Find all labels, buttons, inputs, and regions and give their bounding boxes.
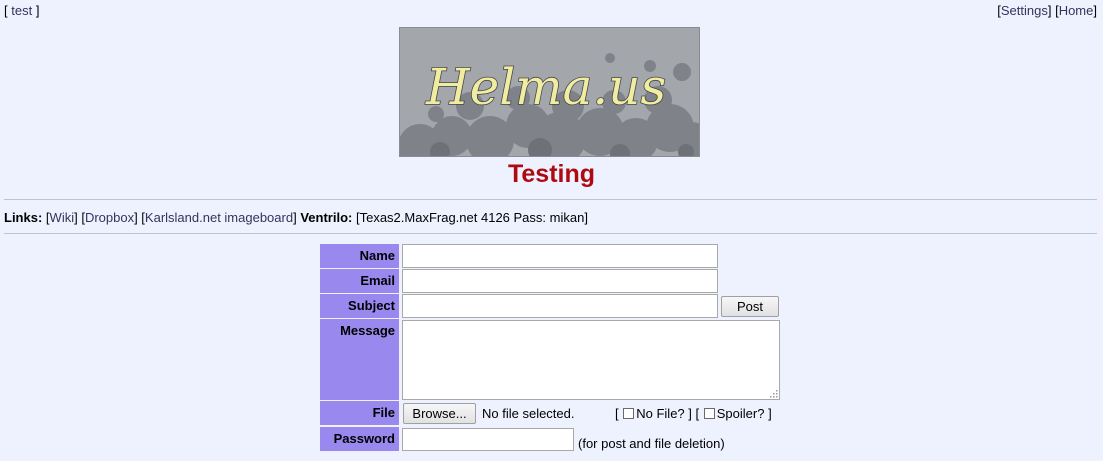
email-input[interactable]: [402, 269, 718, 293]
no-file-label: No File?: [636, 406, 685, 421]
link-bracket: ]: [293, 210, 297, 225]
message-textarea[interactable]: [402, 320, 780, 400]
file-options: [ No File? ] [ Spoiler? ]: [615, 406, 772, 421]
file-label: File: [320, 401, 399, 425]
password-input[interactable]: [402, 428, 574, 451]
browse-button[interactable]: Browse...: [403, 403, 476, 424]
nav-bracket: ] [: [1047, 3, 1059, 18]
links-label: Links:: [4, 210, 43, 225]
link-wiki[interactable]: Wiki: [50, 210, 75, 225]
post-button[interactable]: Post: [721, 296, 779, 317]
board-title: Testing: [507, 160, 596, 188]
top-nav-left: [ test ]: [4, 3, 39, 18]
option-bracket: [: [615, 406, 619, 421]
settings-link[interactable]: Settings: [1001, 3, 1048, 18]
option-bracket: ]: [768, 406, 772, 421]
spoiler-checkbox[interactable]: [703, 408, 715, 419]
subject-input[interactable]: [402, 294, 718, 318]
no-file-selected-text: No file selected.: [482, 406, 575, 421]
no-file-checkbox[interactable]: [623, 408, 635, 419]
link-karlsland[interactable]: Karlsland.net imageboard: [145, 210, 293, 225]
nav-bracket: ]: [1093, 3, 1097, 18]
email-label: Email: [320, 269, 399, 293]
ventrilo-info: Texas2.MaxFrag.net 4126 Pass: mikan: [359, 210, 585, 225]
ventrilo-label: Ventrilo:: [300, 210, 353, 225]
message-wrap: [402, 320, 780, 400]
top-nav-right: [Settings] [Home]: [997, 3, 1097, 18]
message-label: Message: [320, 319, 399, 400]
nav-bracket-close: ]: [32, 3, 40, 18]
site-logo-banner: Helma.us: [399, 27, 700, 157]
board-link-test[interactable]: test: [11, 3, 32, 18]
link-bracket: ] [: [74, 210, 85, 225]
logo-graphic: Helma.us: [400, 28, 699, 156]
password-label: Password: [320, 427, 399, 451]
link-bracket: ] [: [134, 210, 145, 225]
divider-bottom: [4, 233, 1097, 234]
link-bracket: ]: [584, 210, 588, 225]
logo-text: Helma.us: [425, 58, 666, 116]
option-bracket: ] [: [688, 406, 700, 421]
divider-top: [4, 199, 1097, 200]
name-input[interactable]: [402, 244, 718, 268]
home-link[interactable]: Home: [1059, 3, 1094, 18]
password-note: (for post and file deletion): [578, 436, 725, 451]
links-bar: Links: [Wiki] [Dropbox] [Karlsland.net i…: [4, 210, 588, 225]
spoiler-label: Spoiler?: [716, 406, 765, 421]
name-label: Name: [320, 244, 399, 268]
link-dropbox[interactable]: Dropbox: [85, 210, 134, 225]
resize-grip-icon[interactable]: [770, 390, 778, 398]
subject-label: Subject: [320, 294, 399, 318]
